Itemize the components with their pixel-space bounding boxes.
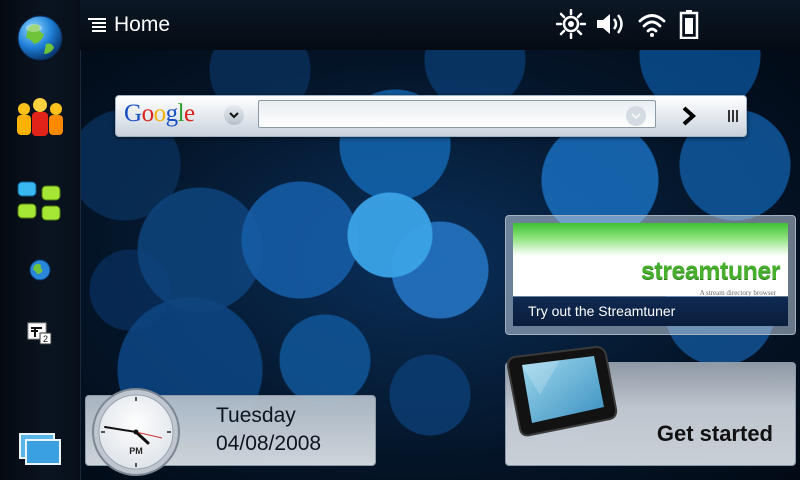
open-browser-window-button[interactable] [0,255,80,285]
clock-ampm: PM [129,446,143,456]
brightness-icon[interactable] [554,8,588,40]
drag-handle-icon [728,110,738,122]
streamtuner-banner: streamtuner A stream directory browser [513,223,788,297]
applications-button[interactable] [0,175,80,231]
contacts-button[interactable] [0,90,80,146]
applications-grid-icon [17,181,61,221]
google-search-widget: Google [115,95,747,137]
google-logo-letter: g [165,100,179,127]
analog-clock-icon: PM [92,388,180,476]
chevron-down-icon [229,112,239,119]
menu-list-icon [88,18,106,32]
clock-date: 04/08/2008 [216,432,322,455]
page-title: Home [114,13,171,36]
browser-small-globe-icon [29,259,51,281]
web-browser-globe-icon [17,15,63,61]
streamtuner-widget[interactable]: streamtuner A stream directory browser T… [505,215,796,335]
streamtuner-tagline: A stream directory browser [699,289,776,297]
task-switcher-icon: 2 [27,322,52,345]
chevron-down-icon [631,113,641,120]
clock-widget[interactable]: PM Tuesday 04/08/2008 [85,388,376,476]
streamtuner-caption: Try out the Streamtuner [513,297,788,326]
task-switcher-button[interactable]: 2 [0,318,80,348]
task-count-badge: 2 [43,334,48,344]
task-navigator: 2 [0,0,81,480]
get-started-widget[interactable]: Get started [505,345,796,466]
open-windows-button[interactable] [0,428,80,472]
tablet-device-icon [506,345,618,437]
google-logo-letter: o [153,100,167,127]
search-engine-dropdown[interactable] [224,105,244,125]
volume-icon[interactable] [594,8,630,40]
battery-icon[interactable] [676,8,702,40]
home-menu-button[interactable]: Home [88,10,170,40]
wifi-icon[interactable] [636,8,668,40]
google-logo: Google [124,100,195,128]
contacts-people-icon [17,98,63,136]
clock-day: Tuesday [216,404,296,427]
arrow-right-icon [682,106,697,126]
google-logo-letter: e [184,100,195,127]
status-area[interactable] [540,0,800,50]
search-history-dropdown[interactable] [626,106,646,126]
google-logo-letter: G [124,100,142,127]
search-go-button[interactable] [676,103,702,129]
title-bar: Home [80,0,800,50]
streamtuner-logo: streamtuner [641,257,781,285]
get-started-label: Get started [656,421,773,446]
web-browser-button[interactable] [0,10,80,66]
google-logo-letter: o [141,100,155,127]
open-windows-icon [19,433,61,465]
search-input[interactable] [258,100,656,128]
widget-drag-handle[interactable] [726,108,740,124]
